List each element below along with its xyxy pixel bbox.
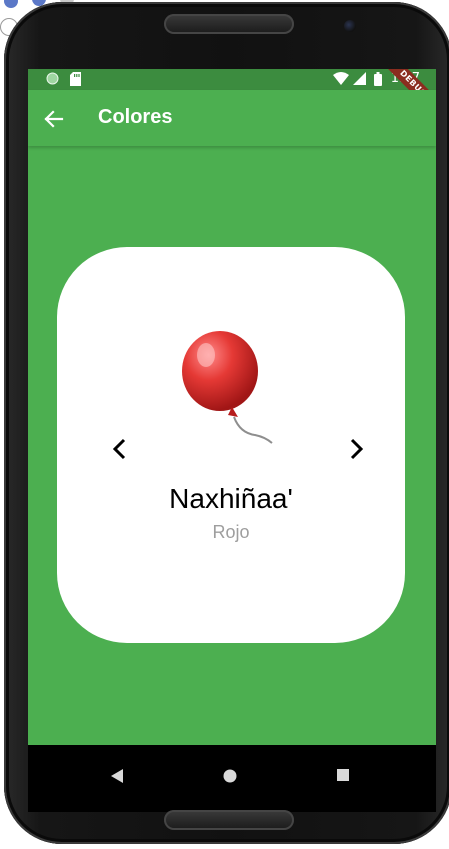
- navigation-bar: [28, 745, 436, 812]
- front-camera: [344, 20, 356, 32]
- arrow-back-icon[interactable]: [42, 108, 64, 130]
- signal-icon: [353, 72, 366, 85]
- battery-icon: [374, 72, 382, 86]
- app-bar: Colores: [28, 90, 436, 146]
- device-screen: 1:47 DEBUG Colores: [28, 69, 436, 812]
- color-card: Naxhiñaa' Rojo: [57, 247, 405, 643]
- content-area: Naxhiñaa' Rojo: [28, 146, 436, 745]
- zapotec-word: Naxhiñaa': [169, 483, 293, 514]
- chevron-left-icon[interactable]: [110, 437, 130, 461]
- spanish-translation: Rojo: [212, 522, 250, 542]
- status-bar: 1:47 DEBUG: [28, 69, 436, 121]
- wifi-icon: [333, 72, 349, 85]
- circle-notification-icon: [46, 72, 59, 85]
- top-speaker: [164, 14, 294, 34]
- phone-frame: 1:47 DEBUG Colores: [4, 2, 449, 844]
- chevron-right-icon[interactable]: [346, 437, 366, 461]
- page-title: Colores: [98, 106, 173, 128]
- sd-card-icon: [70, 72, 81, 86]
- red-balloon-icon: [182, 331, 273, 444]
- back-triangle-icon[interactable]: [111, 769, 124, 783]
- desktop-dot-icon: [4, 0, 18, 8]
- bottom-speaker: [164, 810, 294, 830]
- recents-square-icon[interactable]: [337, 769, 349, 781]
- home-circle-icon[interactable]: [223, 769, 237, 783]
